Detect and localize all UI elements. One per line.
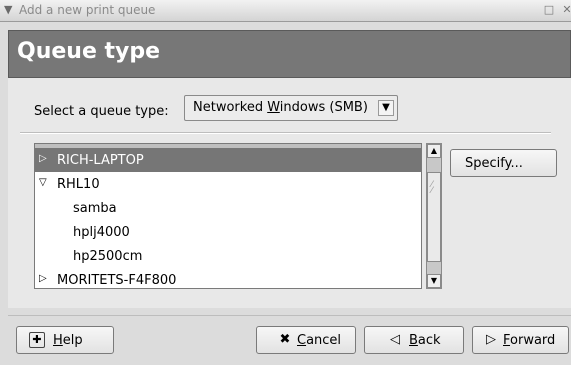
forward-button[interactable]: ▷ Forward [472,326,569,354]
maximize-icon[interactable]: □ [543,4,555,16]
help-button-label: Help [53,333,83,348]
chevron-down-icon[interactable]: ▼ [378,100,394,116]
expander-expanded-icon[interactable]: ▽ [39,177,51,189]
tree-row[interactable]: ▽ RHL10 [35,172,421,196]
tree-row[interactable]: hp2500cm [35,244,421,268]
separator [20,132,551,134]
tree-row-label: RHL10 [57,177,100,192]
tree-row-label: samba [73,201,117,216]
tree-row-label: RICH-LAPTOP [57,153,144,168]
bottom-separator [8,315,571,316]
print-queue-dialog: ▼ Add a new print queue □ ✕ Queue type S… [0,0,571,365]
expander-collapsed-icon[interactable]: ▷ [39,153,51,165]
help-button[interactable]: ✚ Help [16,326,114,354]
tree-row[interactable]: ▷ MORITETS-F4F800 [35,268,421,288]
header-banner: Queue type [8,30,571,78]
tree-row-label: hp2500cm [73,249,143,264]
tree-row[interactable]: ▷ RICH-LAPTOP [35,148,421,172]
title-bar: ▼ Add a new print queue □ ✕ [0,0,571,22]
chevron-down-icon[interactable]: ▼ [4,4,16,16]
window-title: Add a new print queue [19,3,156,17]
specify-button-label: Specify... [465,156,523,171]
cancel-button-label: Cancel [297,333,342,348]
tree-row[interactable]: hplj4000 [35,220,421,244]
queue-type-label: Select a queue type: [34,104,169,119]
expander-collapsed-icon[interactable]: ▷ [39,273,51,285]
forward-arrow-icon: ▷ [486,332,496,347]
scroll-up-icon[interactable]: ▲ [427,144,441,158]
tree-row-label: hplj4000 [73,225,130,240]
queue-type-combo[interactable]: Networked Windows (SMB) ▼ [184,95,398,121]
scroll-down-icon[interactable]: ▼ [427,274,441,288]
back-arrow-icon: ◁ [390,332,400,347]
tree-scrollbar[interactable]: ▲ ⁄ ⁄ ▼ [426,143,442,289]
forward-button-label: Forward [503,333,556,348]
queue-type-value: Networked Windows (SMB) [193,100,368,115]
help-icon: ✚ [29,332,45,348]
host-tree[interactable]: ▷ RICH-LAPTOP ▽ RHL10 samba hplj4000 hp2… [34,143,422,289]
tree-row[interactable]: samba [35,196,421,220]
back-button[interactable]: ◁ Back [364,326,464,354]
tree-row-label: MORITETS-F4F800 [57,273,177,288]
back-button-label: Back [409,333,441,348]
grip-icon: ⁄ ⁄ [431,180,433,196]
specify-button[interactable]: Specify... [450,149,557,177]
page-title: Queue type [17,39,161,64]
cancel-button[interactable]: ✖ Cancel [256,326,356,354]
cancel-icon: ✖ [279,332,291,347]
close-icon[interactable]: ✕ [561,4,571,16]
